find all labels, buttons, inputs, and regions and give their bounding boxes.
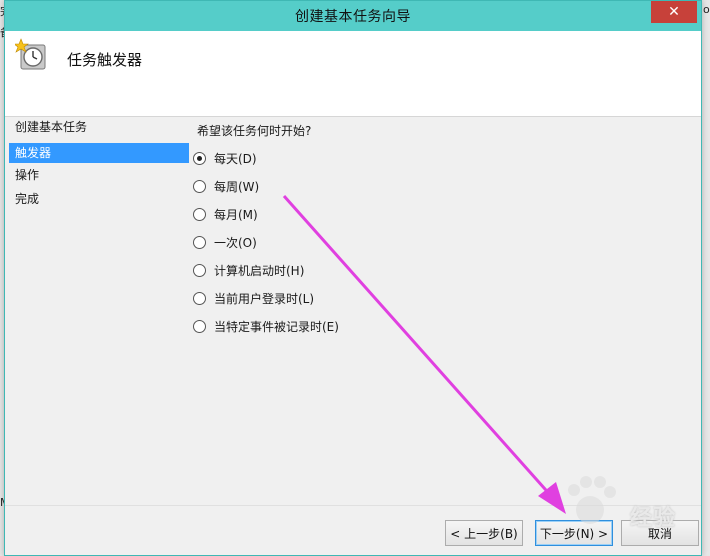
option-label: 每周(W) [214, 179, 260, 194]
option-label: 每月(M) [214, 207, 258, 222]
close-button[interactable]: ✕ [651, 1, 697, 23]
wizard-header: 任务触发器 [5, 31, 701, 117]
radio-button[interactable] [193, 179, 206, 193]
option-label: 当前用户登录时(L) [214, 291, 315, 306]
step-trigger[interactable]: 触发器 [9, 143, 189, 163]
option-at-logon[interactable]: 当前用户登录时(L) [193, 288, 314, 308]
back-button[interactable]: < 上一步(B) [445, 520, 523, 546]
radio-button[interactable] [193, 291, 206, 305]
option-label: 每天(D) [214, 151, 257, 166]
question-label: 希望该任务何时开始? [197, 124, 312, 138]
option-at-startup[interactable]: 计算机启动时(H) [193, 260, 304, 280]
step-finish[interactable]: 完成 [9, 189, 189, 213]
wizard-steps-nav: 创建基本任务 触发器 操作 完成 [9, 117, 189, 213]
radio-button[interactable] [193, 319, 206, 333]
radio-button[interactable] [193, 263, 206, 277]
option-on-event[interactable]: 当特定事件被记录时(E) [193, 316, 339, 336]
option-monthly[interactable]: 每月(M) [193, 204, 258, 224]
step-create-basic-task[interactable]: 创建基本任务 [9, 117, 189, 141]
option-label: 计算机启动时(H) [214, 263, 305, 278]
page-title: 任务触发器 [67, 51, 143, 69]
option-label: 一次(O) [214, 235, 257, 250]
watermark-text: 经验 [630, 506, 677, 531]
window-title: 创建基本任务向导 [295, 9, 411, 25]
option-once[interactable]: 一次(O) [193, 232, 257, 252]
option-daily[interactable]: 每天(D) [193, 148, 257, 168]
step-action[interactable]: 操作 [9, 165, 189, 189]
option-label: 当特定事件被记录时(E) [214, 319, 339, 334]
radio-button[interactable] [193, 207, 206, 221]
clock-wizard-icon [15, 38, 46, 70]
close-icon: ✕ [668, 4, 680, 20]
background-text-fragment: o [703, 3, 710, 16]
radio-button[interactable] [193, 235, 206, 249]
radio-button[interactable] [193, 151, 206, 165]
option-weekly[interactable]: 每周(W) [193, 176, 259, 196]
title-bar[interactable]: 创建基本任务向导 ✕ [5, 1, 701, 31]
